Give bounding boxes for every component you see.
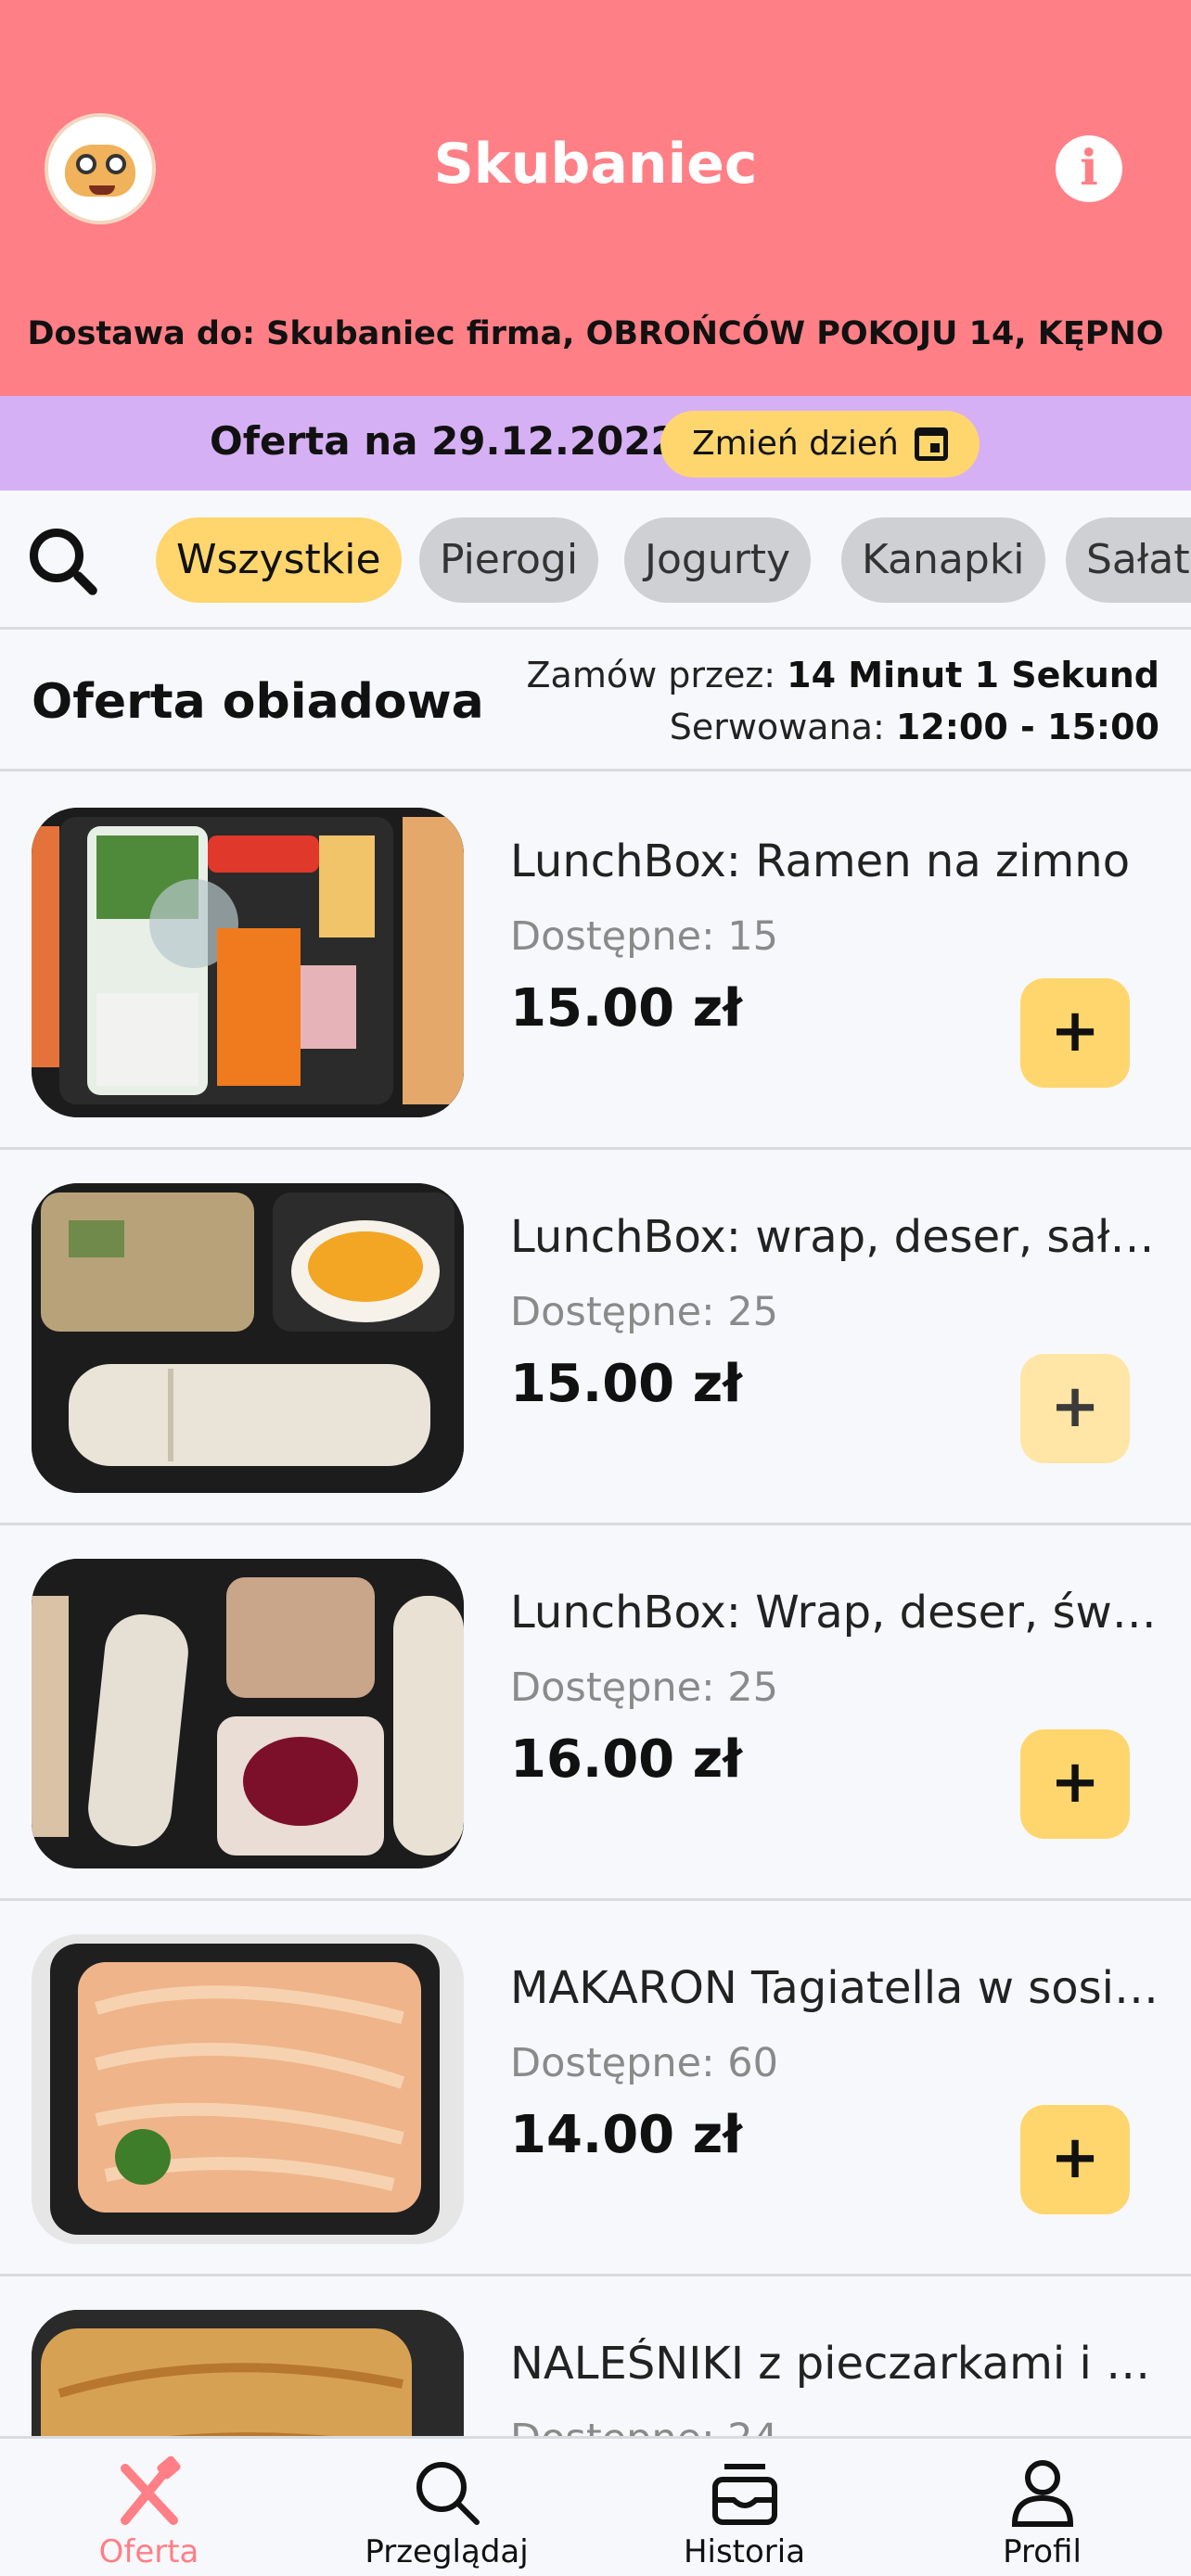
chip-salatki[interactable]: Sałatki xyxy=(1066,517,1191,603)
tab-label: Oferta xyxy=(98,2533,199,2570)
tab-label: Przeglądaj xyxy=(365,2533,529,2570)
tab-historia[interactable]: Historia xyxy=(596,2439,893,2576)
tab-przegladaj[interactable]: Przeglądaj xyxy=(298,2439,596,2576)
add-to-cart-button[interactable]: + xyxy=(1020,1729,1130,1839)
product-name: MAKARON Tagiatella w sosie śmietanowym xyxy=(510,1962,1159,2014)
search-icon[interactable] xyxy=(30,529,104,603)
section-header: Oferta obiadowa Zamów przez: 14 Minut 1 … xyxy=(0,632,1191,772)
served-label: Serwowana: xyxy=(669,707,896,747)
app-header: Skubaniec i Dostawa do: Skubaniec firma,… xyxy=(0,0,1191,396)
info-icon[interactable]: i xyxy=(1056,135,1122,202)
app-title: Skubaniec xyxy=(433,132,758,197)
product-image xyxy=(32,1934,464,2244)
chip-wszystkie[interactable]: Wszystkie xyxy=(156,517,402,603)
chip-pierogi[interactable]: Pierogi xyxy=(419,517,599,603)
add-to-cart-button[interactable]: + xyxy=(1020,978,1130,1088)
calendar-icon xyxy=(915,427,948,461)
product-image xyxy=(32,1183,464,1493)
delivery-address[interactable]: Dostawa do: Skubaniec firma, OBROŃCÓW PO… xyxy=(0,315,1191,352)
fork-knife-icon xyxy=(120,2455,181,2525)
served-hours-value: 12:00 - 15:00 xyxy=(895,707,1159,747)
chip-kanapki[interactable]: Kanapki xyxy=(841,517,1045,603)
availability: Dostępne: 25 xyxy=(510,1289,779,1335)
list-item[interactable]: LunchBox: Wrap, deser, świeże warzywa Do… xyxy=(0,1525,1191,1901)
product-name: NALEŚNIKI z pieczarkami i serem xyxy=(510,2338,1159,2390)
list-item[interactable]: LunchBox: wrap, deser, sałatka Dostępne:… xyxy=(0,1150,1191,1525)
product-price: 15.00 zł xyxy=(510,1354,743,1414)
product-name: LunchBox: Ramen na zimno xyxy=(510,835,1131,887)
product-name: LunchBox: Wrap, deser, świeże warzywa xyxy=(510,1587,1159,1639)
change-day-button[interactable]: Zmień dzień xyxy=(660,411,980,478)
product-name: LunchBox: wrap, deser, sałatka xyxy=(510,1211,1159,1263)
offer-date: Oferta na 29.12.2022 xyxy=(210,418,678,464)
product-price: 15.00 zł xyxy=(510,978,743,1039)
availability: Dostępne: 60 xyxy=(510,2040,779,2086)
order-by-countdown: 14 Minut 1 Sekund xyxy=(787,655,1159,695)
availability: Dostępne: 15 xyxy=(510,913,779,960)
tab-profil[interactable]: Profil xyxy=(893,2439,1191,2576)
change-day-label: Zmień dzień xyxy=(692,425,899,463)
add-to-cart-button[interactable]: + xyxy=(1020,1354,1130,1463)
bottom-tab-bar: Oferta Przeglądaj Historia Profil xyxy=(0,2436,1191,2576)
product-image xyxy=(32,808,464,1117)
tab-label: Profil xyxy=(1003,2533,1082,2570)
order-by-label: Zamów przez: xyxy=(526,655,788,695)
serving-hours: Serwowana: 12:00 - 15:00 xyxy=(670,707,1159,747)
availability: Dostępne: 25 xyxy=(510,1664,779,1711)
section-title: Oferta obiadowa xyxy=(32,674,484,730)
chip-jogurty[interactable]: Jogurty xyxy=(624,517,812,603)
tab-label: Historia xyxy=(683,2533,806,2570)
product-image xyxy=(32,1559,464,1868)
order-deadline: Zamów przez: 14 Minut 1 Sekund xyxy=(527,655,1159,695)
product-price: 16.00 zł xyxy=(510,1729,743,1790)
add-to-cart-button[interactable]: + xyxy=(1020,2105,1130,2214)
inbox-tray-icon xyxy=(711,2464,777,2525)
list-item[interactable]: MAKARON Tagiatella w sosie śmietanowym D… xyxy=(0,1901,1191,2276)
search-icon xyxy=(416,2462,480,2525)
tab-oferta[interactable]: Oferta xyxy=(0,2439,298,2576)
category-filter-bar: Wszystkie Pierogi Jogurty Kanapki Sałatk… xyxy=(0,491,1191,630)
list-item[interactable]: LunchBox: Ramen na zimno Dostępne: 15 15… xyxy=(0,774,1191,1150)
product-price: 14.00 zł xyxy=(510,2105,743,2165)
offer-date-bar: Oferta na 29.12.2022 Zmień dzień xyxy=(0,396,1191,491)
person-icon xyxy=(1011,2460,1073,2527)
